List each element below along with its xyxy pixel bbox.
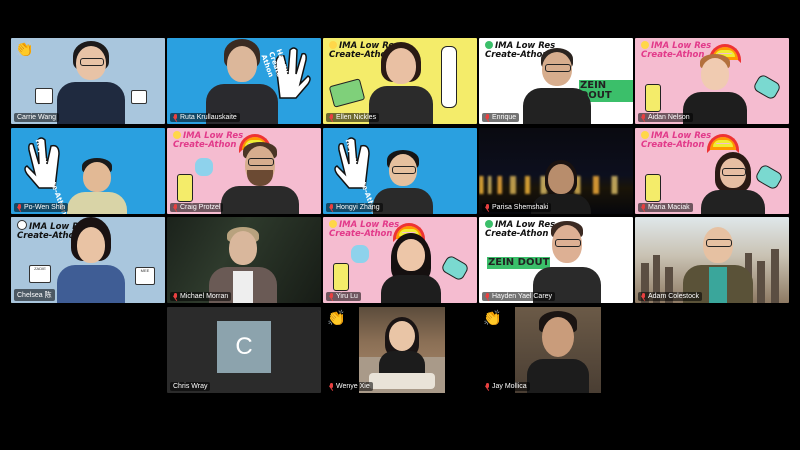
participant-name-label: Parisa Shemshaki — [482, 203, 552, 212]
muted-mic-icon — [173, 293, 178, 300]
muted-mic-icon — [17, 204, 22, 211]
participant-tile-adam[interactable]: Adam Colestock — [635, 217, 789, 303]
participant-video — [675, 38, 755, 124]
participant-tile-ellen[interactable]: IMA Low Res Create-Athon Ellen Nickles — [323, 38, 477, 124]
participant-name-label: Adam Colestock — [638, 292, 702, 301]
muted-mic-icon — [329, 204, 334, 211]
participant-video — [677, 217, 757, 303]
participant-name-label: Hongyi Zhang — [326, 203, 383, 212]
muted-mic-icon — [485, 293, 490, 300]
participant-name-label: Enrique — [482, 113, 520, 122]
participant-name-label: Chris Wray — [170, 382, 211, 391]
bubble-graphic-icon — [195, 158, 213, 176]
participant-tile-chelsea[interactable]: IMA Low Res Create-Athon ZADIE MEE Chelse… — [11, 217, 165, 303]
muted-mic-icon — [173, 204, 178, 211]
participant-tile-chris-wray[interactable]: C Chris Wray — [167, 307, 321, 393]
muted-mic-icon — [641, 293, 646, 300]
participant-name-label: Yiru Lu — [326, 292, 361, 301]
avatar: C — [217, 321, 271, 373]
participant-name-label: Chelsea 陈 — [14, 289, 55, 301]
muted-mic-icon — [485, 114, 490, 121]
participant-tile-jay[interactable]: 👏 Jay Mollica — [479, 307, 633, 393]
participant-video — [371, 217, 451, 303]
participant-tile-ruta[interactable]: Happy Create-Athon Ruta Krullauskaite — [167, 38, 321, 124]
muted-mic-icon — [485, 204, 490, 211]
clap-reaction-icon: 👏 — [483, 310, 502, 327]
clap-reaction-icon: 👏 — [15, 41, 34, 58]
participant-video-frame — [359, 307, 445, 393]
participant-name-label: Hayden Yael Carey — [482, 292, 556, 301]
participant-tile-hongyi[interactable]: Happy Create-Athon Hongyi Zhang — [323, 128, 477, 214]
participant-tile-enrique[interactable]: IMA Low Res Create-Athon ZEIN DOUT Enriqu… — [479, 38, 633, 124]
bottle-graphic-icon — [441, 46, 457, 108]
participant-video — [363, 128, 443, 214]
participant-video-frame — [515, 307, 601, 393]
participant-video — [215, 128, 305, 214]
participant-tile-yiru[interactable]: IMA Low Res Create-Athon Yiru Lu — [323, 217, 477, 303]
participant-video — [517, 38, 597, 124]
participant-video — [521, 128, 601, 214]
virtual-bg-sticker: ZADIE — [29, 265, 51, 283]
participant-video — [57, 128, 137, 214]
participant-name-label: Carrie Wang — [14, 113, 60, 122]
participant-name-label: Po-Wen Shih — [14, 203, 69, 212]
spray-bottle-graphic-icon — [177, 174, 193, 202]
participant-video — [202, 38, 282, 124]
participant-name-label: Wenye Xie — [326, 382, 373, 391]
participant-video — [361, 38, 441, 124]
participant-name-label: Michael Morran — [170, 292, 232, 301]
muted-mic-icon — [329, 293, 334, 300]
participant-video — [527, 217, 607, 303]
participant-tile-wenye[interactable]: 👏 Wenye Xie — [323, 307, 477, 393]
muted-mic-icon — [329, 114, 334, 121]
participant-tile-aidan[interactable]: IMA Low Res Create-Athon Aidan Nelson — [635, 38, 789, 124]
participant-name-label: Ruta Krullauskaite — [170, 113, 240, 122]
participant-name-label: Ellen Nickles — [326, 113, 380, 122]
muted-mic-icon — [173, 114, 178, 121]
muted-mic-icon — [641, 114, 646, 121]
clap-reaction-icon: 👏 — [327, 310, 346, 327]
virtual-bg-sticker — [131, 90, 147, 104]
gallery-grid: 👏 Carrie Wang Happy Create-Athon Ruta Kr… — [0, 0, 800, 450]
participant-tile-michael[interactable]: Michael Morran — [167, 217, 321, 303]
participant-name-label: Maria Maciak — [638, 203, 693, 212]
participant-video — [51, 217, 131, 303]
participant-video — [51, 38, 131, 124]
muted-mic-icon — [641, 204, 646, 211]
participant-tile-hayden[interactable]: IMA Low Res Create-Athon ZEIN DOUT Hayden… — [479, 217, 633, 303]
participant-video — [693, 128, 773, 214]
participant-tile-craig[interactable]: IMA Low Res Create-Athon Craig Protzel — [167, 128, 321, 214]
participant-name-label: Aidan Nelson — [638, 113, 693, 122]
participant-tile-po-wen[interactable]: Happy Create-Athon Po-Wen Shih — [11, 128, 165, 214]
participant-video — [203, 217, 283, 303]
spray-bottle-graphic-icon — [333, 263, 349, 291]
participant-tile-carrie-wang[interactable]: 👏 Carrie Wang — [11, 38, 165, 124]
muted-mic-icon — [485, 383, 490, 390]
participant-name-label: Jay Mollica — [482, 382, 530, 391]
participant-tile-parisa[interactable]: Parisa Shemshaki — [479, 128, 633, 214]
bubble-graphic-icon — [351, 245, 369, 263]
muted-mic-icon — [329, 383, 334, 390]
spray-bottle-graphic-icon — [645, 174, 661, 202]
virtual-bg-sticker: MEE — [135, 267, 155, 285]
participant-tile-maria[interactable]: IMA Low Res Create-Athon Maria Maciak — [635, 128, 789, 214]
participant-name-label: Craig Protzel — [170, 203, 224, 212]
spray-bottle-graphic-icon — [645, 84, 661, 112]
